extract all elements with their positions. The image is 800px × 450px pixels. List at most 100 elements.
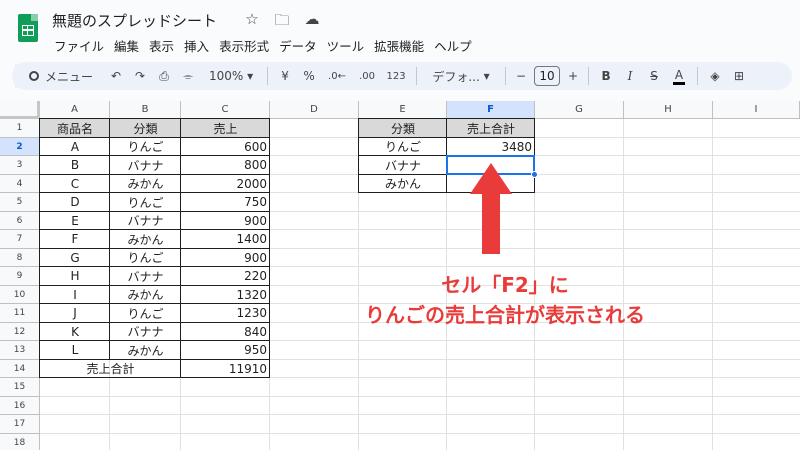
table1-cell[interactable]: バナナ — [110, 323, 181, 342]
table1-cell[interactable]: バナナ — [110, 267, 181, 286]
row-header-18[interactable]: 18 — [0, 433, 40, 450]
table1-cell[interactable]: 1320 — [181, 286, 270, 305]
increase-decimal-button[interactable]: .00 — [356, 64, 378, 88]
table1-cell[interactable]: 220 — [181, 267, 270, 286]
menu-search[interactable]: メニュー — [15, 64, 102, 88]
column-header-f[interactable]: F — [447, 101, 535, 119]
table1-cell[interactable]: K — [40, 323, 110, 342]
column-header-g[interactable]: G — [535, 101, 624, 119]
zoom-select[interactable]: 100% ▾ — [203, 64, 259, 88]
document-title[interactable]: 無題のスプレッドシート — [52, 10, 217, 31]
table1-cell[interactable]: L — [40, 341, 110, 360]
table1-total-value[interactable]: 11910 — [181, 360, 270, 379]
table2-cell[interactable]: バナナ — [359, 156, 447, 175]
print-icon[interactable]: ⎙ — [155, 64, 173, 88]
row-header-7[interactable]: 7 — [0, 230, 40, 249]
column-header-e[interactable]: E — [359, 101, 447, 119]
menu-extensions[interactable]: 拡張機能 — [374, 36, 424, 55]
table1-cell[interactable]: 840 — [181, 323, 270, 342]
table1-cell[interactable]: A — [40, 138, 110, 157]
column-header-a[interactable]: A — [40, 101, 110, 119]
table1-cell[interactable]: 750 — [181, 193, 270, 212]
row-header-10[interactable]: 10 — [0, 285, 40, 304]
menu-format[interactable]: 表示形式 — [219, 36, 269, 55]
table1-header-cell[interactable]: 売上 — [181, 119, 270, 138]
table1-cell[interactable]: りんご — [110, 304, 181, 323]
percent-format-button[interactable]: % — [300, 64, 318, 88]
font-select[interactable]: デフォ... ▾ — [425, 64, 497, 88]
menu-view[interactable]: 表示 — [149, 36, 174, 55]
font-size-input[interactable]: 10 — [534, 66, 561, 86]
table1-cell[interactable]: 900 — [181, 212, 270, 231]
star-icon[interactable]: ☆ — [242, 10, 262, 35]
table1-cell[interactable]: みかん — [110, 341, 181, 360]
table1-cell[interactable]: りんご — [110, 249, 181, 268]
table1-cell[interactable]: G — [40, 249, 110, 268]
menu-help[interactable]: ヘルプ — [434, 36, 472, 55]
select-all-corner[interactable] — [0, 101, 40, 119]
table1-cell[interactable]: 900 — [181, 249, 270, 268]
cloud-status-icon[interactable]: ☁ — [302, 10, 322, 35]
row-header-3[interactable]: 3 — [0, 156, 40, 175]
menu-insert[interactable]: 挿入 — [184, 36, 209, 55]
table2-header-cell[interactable]: 売上合計 — [447, 119, 535, 138]
sheets-logo-icon[interactable] — [18, 14, 38, 42]
row-header-15[interactable]: 15 — [0, 378, 40, 397]
menu-edit[interactable]: 編集 — [114, 36, 139, 55]
menu-file[interactable]: ファイル — [54, 36, 104, 55]
bold-button[interactable]: B — [597, 64, 615, 88]
row-header-16[interactable]: 16 — [0, 396, 40, 415]
row-header-2[interactable]: 2 — [0, 137, 40, 156]
table1-cell[interactable]: バナナ — [110, 212, 181, 231]
column-header-c[interactable]: C — [181, 101, 270, 119]
font-size-increase-button[interactable]: + — [566, 64, 580, 88]
row-header-4[interactable]: 4 — [0, 174, 40, 193]
row-header-6[interactable]: 6 — [0, 211, 40, 230]
table1-cell[interactable]: みかん — [110, 230, 181, 249]
row-header-8[interactable]: 8 — [0, 248, 40, 267]
currency-format-button[interactable]: ¥ — [276, 64, 294, 88]
text-color-button[interactable]: A — [669, 64, 689, 88]
column-header-b[interactable]: B — [110, 101, 181, 119]
table1-cell[interactable]: J — [40, 304, 110, 323]
table2-cell[interactable]: りんご — [359, 138, 447, 157]
table1-cell[interactable]: E — [40, 212, 110, 231]
table1-header-cell[interactable]: 商品名 — [40, 119, 110, 138]
borders-icon[interactable]: ⊞ — [730, 64, 748, 88]
font-size-decrease-button[interactable]: − — [514, 64, 528, 88]
active-cell-outline[interactable] — [446, 155, 535, 175]
row-header-1[interactable]: 1 — [0, 119, 40, 138]
table1-cell[interactable]: F — [40, 230, 110, 249]
row-header-9[interactable]: 9 — [0, 267, 40, 286]
row-header-14[interactable]: 14 — [0, 359, 40, 378]
table1-header-cell[interactable]: 分類 — [110, 119, 181, 138]
strikethrough-button[interactable]: S — [645, 64, 663, 88]
decrease-decimal-button[interactable]: .0← — [324, 64, 350, 88]
table1-cell[interactable]: バナナ — [110, 156, 181, 175]
table1-cell[interactable]: 950 — [181, 341, 270, 360]
table1-cell[interactable]: B — [40, 156, 110, 175]
table2-cell[interactable]: みかん — [359, 175, 447, 194]
undo-icon[interactable]: ↶ — [107, 64, 125, 88]
row-header-5[interactable]: 5 — [0, 193, 40, 212]
row-header-13[interactable]: 13 — [0, 341, 40, 360]
table1-cell[interactable]: りんご — [110, 193, 181, 212]
table1-cell[interactable]: 1400 — [181, 230, 270, 249]
redo-icon[interactable]: ↷ — [131, 64, 149, 88]
italic-button[interactable]: I — [621, 64, 639, 88]
table1-cell[interactable]: 800 — [181, 156, 270, 175]
table1-cell[interactable]: I — [40, 286, 110, 305]
fill-handle[interactable] — [531, 170, 538, 178]
table1-cell[interactable]: みかん — [110, 286, 181, 305]
column-header-i[interactable]: I — [713, 101, 800, 119]
table1-cell[interactable]: 2000 — [181, 175, 270, 194]
move-folder-icon[interactable]: 🗀 — [272, 10, 292, 35]
table1-cell[interactable]: C — [40, 175, 110, 194]
table2-cell[interactable] — [447, 175, 535, 194]
table2-cell[interactable]: 3480 — [447, 138, 535, 157]
paint-format-icon[interactable]: ⌯ — [179, 64, 197, 88]
table1-cell[interactable]: 1230 — [181, 304, 270, 323]
table1-cell[interactable]: 600 — [181, 138, 270, 157]
table1-cell[interactable]: りんご — [110, 138, 181, 157]
number-format-button[interactable]: 123 — [384, 64, 408, 88]
